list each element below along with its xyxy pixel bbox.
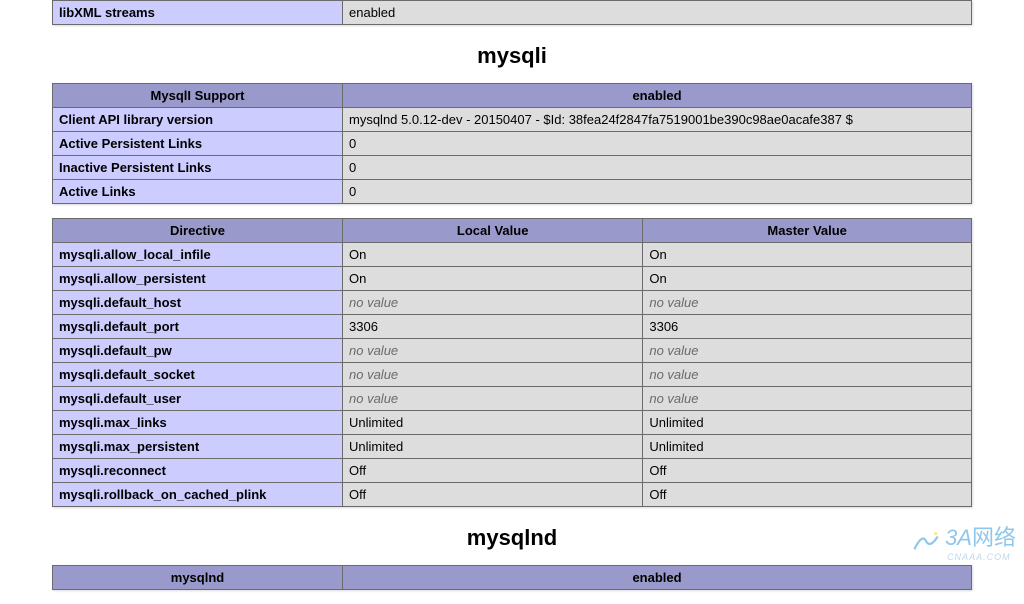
directive-key: mysqli.max_links: [53, 411, 343, 435]
local-value: Unlimited: [343, 435, 643, 459]
local-value: no value: [343, 387, 643, 411]
master-value: Unlimited: [643, 435, 972, 459]
local-value-header: Local Value: [343, 219, 643, 243]
table-row: mysqli.reconnectOffOff: [53, 459, 972, 483]
mysqli-support-header-right: enabled: [343, 84, 972, 108]
master-value: Unlimited: [643, 411, 972, 435]
mysqlnd-header-left: mysqlnd: [53, 566, 343, 590]
table-row: mysqli.max_persistentUnlimitedUnlimited: [53, 435, 972, 459]
master-value: no value: [643, 363, 972, 387]
directive-header: Directive: [53, 219, 343, 243]
directive-key: mysqli.max_persistent: [53, 435, 343, 459]
table-row: mysqli.default_pwno valueno value: [53, 339, 972, 363]
table-row: libXML streams enabled: [53, 1, 972, 25]
master-value-header: Master Value: [643, 219, 972, 243]
local-value: 3306: [343, 315, 643, 339]
table-row: Inactive Persistent Links0: [53, 156, 972, 180]
libxml-streams-key: libXML streams: [53, 1, 343, 25]
mysqlnd-header-right: enabled: [343, 566, 972, 590]
local-value: On: [343, 267, 643, 291]
master-value: no value: [643, 339, 972, 363]
table-row: mysqli.default_socketno valueno value: [53, 363, 972, 387]
mysqli-directives-table: Directive Local Value Master Value mysql…: [52, 218, 972, 507]
master-value: On: [643, 267, 972, 291]
directive-key: mysqli.allow_local_infile: [53, 243, 343, 267]
table-row: Active Persistent Links0: [53, 132, 972, 156]
config-key: Active Links: [53, 180, 343, 204]
table-row: mysqli.allow_local_infileOnOn: [53, 243, 972, 267]
master-value: Off: [643, 459, 972, 483]
directive-key: mysqli.default_user: [53, 387, 343, 411]
table-row: mysqli.rollback_on_cached_plinkOffOff: [53, 483, 972, 507]
mysqlnd-table: mysqlnd enabled: [52, 565, 972, 590]
libxml-streams-value: enabled: [343, 1, 972, 25]
config-value: 0: [343, 132, 972, 156]
config-key: Active Persistent Links: [53, 132, 343, 156]
table-row: mysqli.allow_persistentOnOn: [53, 267, 972, 291]
local-value: On: [343, 243, 643, 267]
mysqli-support-table: MysqlI Support enabled Client API librar…: [52, 83, 972, 204]
config-value: 0: [343, 180, 972, 204]
local-value: Off: [343, 483, 643, 507]
master-value: 3306: [643, 315, 972, 339]
directive-key: mysqli.default_port: [53, 315, 343, 339]
table-row: mysqli.default_userno valueno value: [53, 387, 972, 411]
mysqli-title: mysqli: [52, 43, 972, 69]
table-row: Client API library versionmysqlnd 5.0.12…: [53, 108, 972, 132]
config-value: mysqlnd 5.0.12-dev - 20150407 - $Id: 38f…: [343, 108, 972, 132]
local-value: no value: [343, 291, 643, 315]
local-value: Unlimited: [343, 411, 643, 435]
table-header-row: Directive Local Value Master Value: [53, 219, 972, 243]
master-value: Off: [643, 483, 972, 507]
local-value: no value: [343, 363, 643, 387]
directive-key: mysqli.default_socket: [53, 363, 343, 387]
libxml-table: libXML streams enabled: [52, 0, 972, 25]
table-header-row: mysqlnd enabled: [53, 566, 972, 590]
config-value: 0: [343, 156, 972, 180]
directive-key: mysqli.reconnect: [53, 459, 343, 483]
config-key: Inactive Persistent Links: [53, 156, 343, 180]
master-value: no value: [643, 387, 972, 411]
local-value: Off: [343, 459, 643, 483]
watermark-text: 网络: [972, 525, 1016, 550]
master-value: no value: [643, 291, 972, 315]
config-key: Client API library version: [53, 108, 343, 132]
directive-key: mysqli.default_host: [53, 291, 343, 315]
mysqlnd-title: mysqlnd: [52, 525, 972, 551]
directive-key: mysqli.rollback_on_cached_plink: [53, 483, 343, 507]
directive-key: mysqli.default_pw: [53, 339, 343, 363]
table-row: Active Links0: [53, 180, 972, 204]
mysqli-support-header-left: MysqlI Support: [53, 84, 343, 108]
table-row: mysqli.max_linksUnlimitedUnlimited: [53, 411, 972, 435]
table-header-row: MysqlI Support enabled: [53, 84, 972, 108]
table-row: mysqli.default_port33063306: [53, 315, 972, 339]
directive-key: mysqli.allow_persistent: [53, 267, 343, 291]
master-value: On: [643, 243, 972, 267]
table-row: mysqli.default_hostno valueno value: [53, 291, 972, 315]
local-value: no value: [343, 339, 643, 363]
